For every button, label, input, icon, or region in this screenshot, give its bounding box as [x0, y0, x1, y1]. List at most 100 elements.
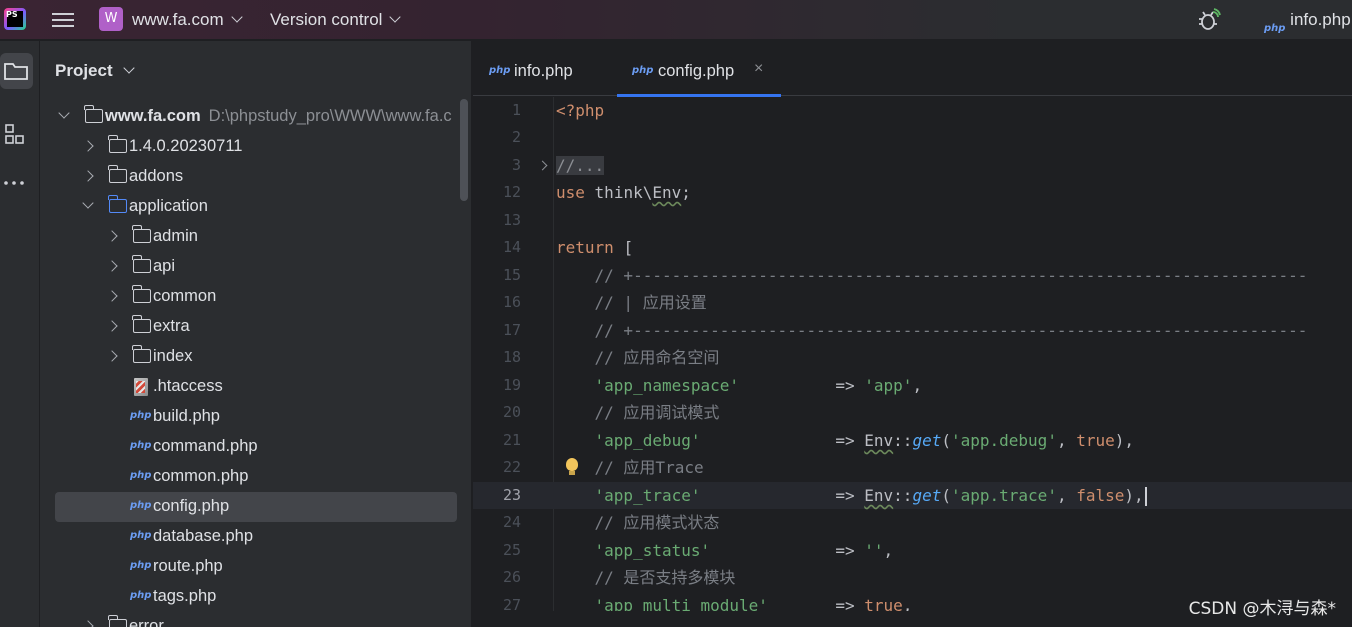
tool-window-strip [0, 41, 40, 627]
chevron-down-icon [122, 62, 135, 74]
tree-item-application[interactable]: application [40, 192, 471, 222]
tree-item-common-php[interactable]: php common.php [40, 462, 471, 492]
editor-tab-bar: php info.php php config.php × [473, 41, 1352, 97]
run-config-label: info.php [1290, 10, 1351, 29]
tab-info-php[interactable]: php info.php [473, 41, 613, 96]
tab-label: info.php [514, 62, 573, 80]
htaccess-file-icon [134, 378, 148, 396]
debug-icon[interactable] [1197, 8, 1221, 32]
tree-item-common[interactable]: common [40, 282, 471, 312]
tree-item-label: admin [153, 227, 198, 245]
folder-icon [132, 225, 151, 243]
chevron-right-icon[interactable] [106, 260, 118, 272]
folder-icon [108, 135, 127, 153]
tree-item-config-php[interactable]: php config.php [55, 492, 457, 522]
folder-icon [132, 315, 151, 333]
code-line: 14 return [ [502, 238, 634, 257]
php-file-icon: php [489, 65, 511, 76]
tree-item-label: addons [129, 167, 184, 185]
php-file-icon: php [130, 410, 152, 421]
code-line: 26 // 是否支持多模块 [502, 568, 736, 587]
php-file-icon: php [130, 470, 152, 481]
tree-item-label: command.php [153, 437, 258, 455]
project-tool-button[interactable] [0, 53, 33, 89]
tree-item-command-php[interactable]: php command.php [40, 432, 471, 462]
structure-tool-button[interactable] [0, 117, 33, 153]
chevron-down-icon [230, 11, 243, 23]
text-caret [1144, 487, 1147, 506]
app-logo-text: PS [6, 10, 18, 19]
tab-config-php[interactable]: php config.php × [617, 41, 781, 97]
php-file-icon: php [130, 560, 152, 571]
code-line: 13 [502, 211, 521, 229]
project-panel-title-text: Project [55, 61, 113, 80]
vcs-menu[interactable]: Version control [270, 10, 402, 30]
tree-item-label: api [153, 257, 176, 275]
tree-item-tags-php[interactable]: php tags.php [40, 582, 471, 612]
chevron-right-icon[interactable] [82, 140, 94, 152]
tree-item-label: extra [153, 317, 190, 335]
structure-icon [5, 124, 24, 144]
tree-item-addons[interactable]: addons [40, 162, 471, 192]
chevron-right-icon[interactable] [82, 170, 94, 182]
php-file-icon: php [1264, 23, 1286, 34]
more-icon [4, 181, 24, 185]
tree-item-database-php[interactable]: php database.php [40, 522, 471, 552]
code-line: 25 'app_status' => '', [502, 541, 894, 560]
project-icon [4, 63, 28, 80]
php-file-icon: php [632, 65, 654, 76]
run-config-selector[interactable]: php info.php [1264, 10, 1351, 34]
code-line: 17 // +---------------------------------… [502, 321, 1308, 340]
tree-item-admin[interactable]: admin [40, 222, 471, 252]
title-bar: PS W www.fa.com Version control php info… [0, 0, 1352, 40]
fold-expand-icon[interactable] [537, 160, 548, 171]
code-line: 22 // 应用Trace [502, 458, 704, 477]
code-line: 2 [511, 128, 521, 146]
project-panel-title[interactable]: Project [55, 61, 135, 81]
php-file-icon: php [130, 590, 152, 601]
tree-item-label: build.php [153, 407, 220, 425]
chevron-right-icon[interactable] [82, 620, 94, 627]
more-tools-button[interactable] [0, 165, 33, 201]
folder-icon [84, 105, 103, 123]
code-line: 12 use think\Env; [502, 183, 691, 202]
tree-item-error[interactable]: error [40, 612, 471, 627]
tree-item-build-php[interactable]: php build.php [40, 402, 471, 432]
folder-icon [132, 345, 151, 363]
project-switcher[interactable]: www.fa.com [132, 10, 243, 30]
code-line: 20 // 应用调试模式 [502, 403, 720, 422]
code-line-current: 23 'app_trace' => Env::get('app.trace', … [473, 482, 1352, 509]
main-menu-icon[interactable] [52, 9, 74, 29]
close-tab-icon[interactable]: × [754, 60, 763, 78]
code-line: 16 // | 应用设置 [502, 293, 707, 312]
php-file-icon: php [130, 440, 152, 451]
code-editor[interactable]: 1 <?php 2 3//... 12 use think\Env; 13 14 re… [473, 97, 1352, 627]
chevron-down-icon [389, 11, 402, 23]
tree-root-row[interactable]: www.fa.com D:\phpstudy_pro\WWW\www.fa.c [40, 102, 471, 132]
folder-icon [132, 255, 151, 273]
code-line: 15 // +---------------------------------… [502, 266, 1308, 285]
code-line: 3//... [511, 156, 605, 175]
code-line: 19 'app_namespace' => 'app', [502, 376, 923, 395]
project-badge[interactable]: W [99, 7, 123, 31]
chevron-right-icon[interactable] [106, 320, 118, 332]
chevron-right-icon[interactable] [106, 290, 118, 302]
code-line: 21 'app_debug' => Env::get('app.debug', … [502, 431, 1135, 450]
tree-item-index[interactable]: index [40, 342, 471, 372]
chevron-right-icon[interactable] [106, 230, 118, 242]
phpstorm-logo-icon[interactable]: PS [4, 8, 26, 30]
tree-item-label: database.php [153, 527, 254, 545]
tree-item-1-4-0-20230711[interactable]: 1.4.0.20230711 [40, 132, 471, 162]
tree-item-extra[interactable]: extra [40, 312, 471, 342]
chevron-down-icon[interactable] [58, 107, 70, 119]
code-line: 24 // 应用模式状态 [502, 513, 720, 532]
php-file-icon: php [130, 530, 152, 541]
chevron-right-icon[interactable] [106, 350, 118, 362]
tree-item-label: application [129, 197, 208, 215]
chevron-down-icon[interactable] [82, 197, 94, 209]
tree-item-api[interactable]: api [40, 252, 471, 282]
project-scrollbar[interactable] [460, 99, 468, 201]
tree-item-route-php[interactable]: php route.php [40, 552, 471, 582]
tree-item-label: 1.4.0.20230711 [129, 137, 243, 155]
tree-item-htaccess[interactable]: .htaccess [40, 372, 471, 402]
